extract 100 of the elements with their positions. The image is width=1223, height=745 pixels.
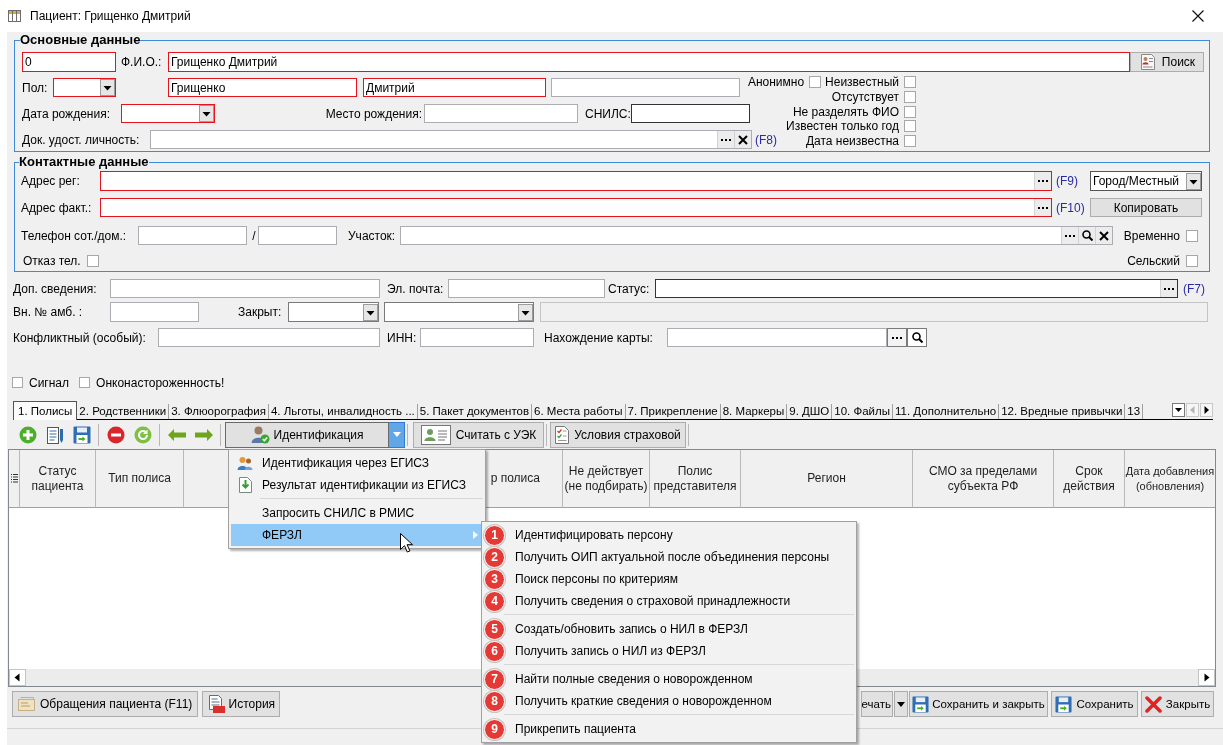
checkbox[interactable] [79,377,91,388]
menu-item[interactable]: 3 Поиск персоны по критериям [484,568,854,590]
input-field[interactable] [667,328,887,347]
tab[interactable]: 8. Маркеры [720,404,788,419]
menu-item[interactable]: 1 Идентифицировать персону [484,524,854,546]
field-label: Закрыт: [238,305,283,319]
menu-item[interactable]: 9 Прикрепить пациента [484,718,854,740]
tab[interactable]: 5. Пакет документов [417,404,533,419]
number-badge: 7 [484,668,505,690]
ellipsis-icon [1065,234,1075,237]
tab[interactable]: 13 [1125,404,1144,419]
add-icon[interactable] [18,425,37,444]
checkbox[interactable] [904,76,916,89]
input-field[interactable]: 0 [22,52,116,72]
dropdown-toggle[interactable] [894,691,908,717]
tab[interactable]: 12. Вредные привычки [999,404,1126,419]
save-close-button[interactable]: Сохранить и закрыть [909,691,1048,717]
tab[interactable]: 7. Прикрепление [625,404,721,419]
scroll-right-icon[interactable] [1198,669,1215,686]
menu-item[interactable]: 5 Создать/обновить запись о НИЛ в ФЕРЗЛ [484,618,854,640]
save-button[interactable]: Сохранить [1051,691,1138,717]
visits-button[interactable]: Обращения пациента (F11) [12,691,199,717]
search-button[interactable]: Поиск [1130,52,1204,72]
dropdown-toggle[interactable] [389,421,405,448]
dropdown[interactable] [288,302,379,322]
read-card-button[interactable]: Считать с УЭК [413,421,544,448]
identification-button[interactable]: Идентификация [225,421,389,448]
input-field[interactable] [158,328,380,347]
copy-button[interactable]: Копировать [1090,198,1202,217]
input-field[interactable] [448,279,605,298]
input-field[interactable] [138,226,247,245]
input-field[interactable] [100,171,1052,191]
caret-down-icon[interactable] [1172,403,1185,417]
menu-item[interactable]: 7 Найти полные сведения о новорожденном [484,668,854,690]
dropdown[interactable] [384,302,534,322]
dropdown[interactable] [53,78,116,97]
clear-button[interactable] [734,131,751,148]
search-button[interactable] [907,328,927,347]
column-header[interactable]: Статус пациента [20,450,96,508]
column-header[interactable]: Дата добавления (обновления) [1125,450,1215,508]
arrow-left-icon[interactable] [167,428,186,441]
column-header[interactable]: Регион [741,450,913,508]
input-field[interactable] [631,104,750,123]
column-header[interactable]: Срок действия [1054,450,1125,508]
checkbox[interactable] [904,105,916,118]
clear-button[interactable] [1095,227,1112,244]
menu-item[interactable]: 4 Получить сведения о страховой принадлежности [484,590,854,612]
save-icon[interactable] [72,425,91,444]
input-field[interactable]: Грищенко Дмитрий [168,52,1130,72]
tab[interactable]: 10. Файлы [832,404,894,419]
input-field[interactable] [110,302,199,322]
tab[interactable]: 4. Льготы, инвалидность ... [268,404,418,419]
checkbox[interactable] [12,377,23,388]
menu-item[interactable]: ФЕРЗЛ [231,524,483,546]
tab[interactable]: 1. Полисы [13,401,78,420]
checkbox[interactable] [86,254,99,267]
checkbox[interactable] [1186,229,1198,242]
insurance-terms-button[interactable]: Условия страховой [550,421,686,448]
tab[interactable]: 9. ДШО [787,404,833,419]
browse-button[interactable] [887,328,907,347]
menu-item[interactable]: 8 Получить краткие сведения о новорожденном [484,690,854,712]
arrow-right-icon[interactable] [1200,403,1213,417]
input-field[interactable] [400,226,1113,245]
checkbox[interactable] [904,120,916,133]
history-button[interactable]: История [202,691,281,717]
menu-item[interactable]: 6 Получить запись о НИЛ из ФЕРЗЛ [484,640,854,662]
input-field[interactable] [424,104,578,123]
remove-icon[interactable] [106,425,125,444]
tab[interactable]: 2. Родственники [77,404,170,419]
refresh-icon[interactable] [133,425,152,444]
checkbox[interactable] [809,76,822,89]
dropdown[interactable]: Город/Местный [1090,171,1202,191]
input-field[interactable] [258,226,337,245]
input-field[interactable]: Дмитрий [363,78,546,97]
tab[interactable]: 6. Места работы [532,404,626,419]
column-header[interactable]: Тип полиса [96,450,184,508]
edit-icon[interactable] [45,425,64,444]
close-button[interactable]: Закрыть [1141,691,1214,717]
scroll-left-icon[interactable] [9,669,26,686]
checkbox[interactable] [1186,254,1198,267]
column-header[interactable]: СМО за пределами субъекта РФ [913,450,1054,508]
number-badge: 2 [484,546,505,568]
input-field[interactable] [655,279,1178,298]
dropdown[interactable] [121,104,215,123]
print-button[interactable]: ечать [861,691,893,717]
input-field[interactable] [150,130,752,149]
input-field[interactable] [110,279,380,298]
column-header[interactable]: Полис представителя [650,450,741,508]
tab[interactable]: 11. Дополнительно [893,404,1000,419]
input-field[interactable] [420,328,534,347]
checkbox[interactable] [904,91,916,104]
tab[interactable]: 3. Флюорография [169,404,269,419]
input-field[interactable] [100,198,1052,217]
column-header[interactable]: Не действует (не подбирать) [563,450,650,508]
list-icon[interactable] [10,474,18,483]
input-field[interactable]: Грищенко [168,78,357,97]
close-icon[interactable] [1192,10,1204,22]
menu-item[interactable]: 2 Получить ОИП актуальной после объединения персоны [484,546,854,568]
input-field[interactable] [551,78,740,97]
checkbox[interactable] [904,135,916,148]
